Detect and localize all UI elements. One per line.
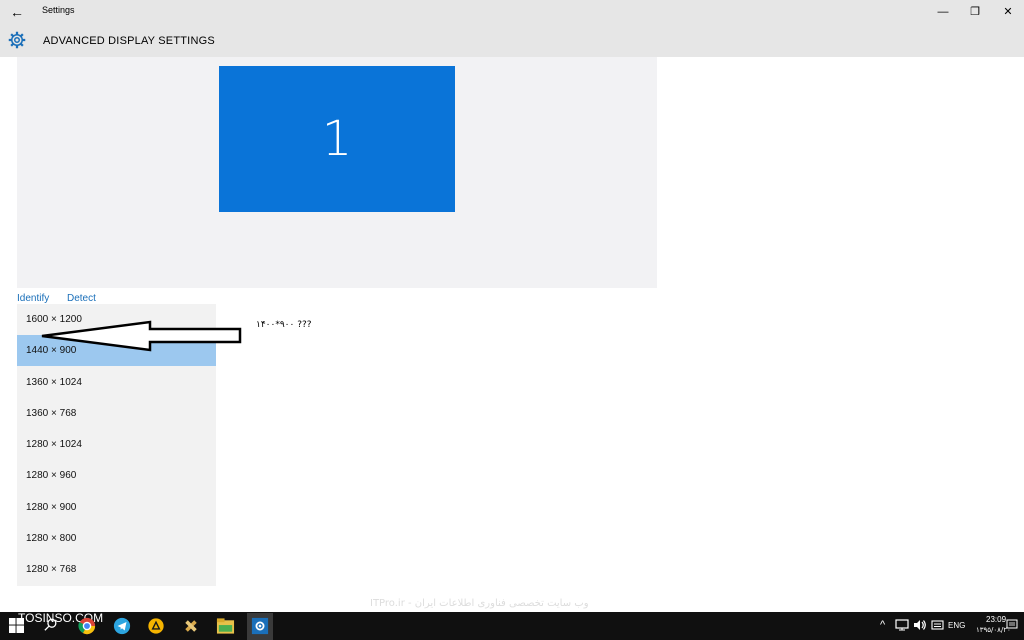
minimize-icon: — <box>937 6 949 18</box>
network-icon[interactable] <box>895 619 909 631</box>
identify-link[interactable]: Identify <box>17 293 49 304</box>
file-explorer-icon[interactable] <box>216 617 235 635</box>
annotation-arrow-icon <box>41 320 242 352</box>
tray-chevron-icon[interactable]: ^ <box>880 619 885 631</box>
tools-icon[interactable] <box>182 617 200 635</box>
watermark-text: ITPro.ir - وب سایت تخصصی فناوری اطلاعات … <box>370 598 589 609</box>
monitor-arrangement-area: 1 <box>17 57 657 288</box>
page-header: ADVANCED DISPLAY SETTINGS <box>0 24 1024 57</box>
resolution-option[interactable]: 1280 × 900 <box>17 492 216 523</box>
annotation-text: ۱۴۰۰*۹۰۰ ??? <box>256 320 312 330</box>
close-button[interactable]: ✕ <box>996 2 1020 22</box>
resolution-option[interactable]: 1280 × 768 <box>17 554 216 585</box>
gear-icon <box>8 31 26 49</box>
settings-icon[interactable] <box>251 617 269 635</box>
minimize-button[interactable]: — <box>931 2 955 22</box>
restore-button[interactable]: ❐ <box>963 2 987 22</box>
back-arrow-icon: ← <box>10 4 24 20</box>
resolution-option[interactable]: 1360 × 1024 <box>17 367 216 398</box>
restore-icon: ❐ <box>970 6 980 18</box>
title-bar: ← Settings — ❐ ✕ <box>0 0 1024 24</box>
resolution-option[interactable]: 1280 × 800 <box>17 523 216 554</box>
resolution-option[interactable]: 1280 × 960 <box>17 460 216 491</box>
clock-time[interactable]: 23:09 <box>986 615 1006 624</box>
page-title: ADVANCED DISPLAY SETTINGS <box>43 35 215 47</box>
chrome-icon[interactable] <box>78 617 96 635</box>
close-icon: ✕ <box>1003 6 1013 18</box>
resolution-option[interactable]: 1280 × 1024 <box>17 429 216 460</box>
notifications-icon[interactable] <box>1006 619 1018 631</box>
back-button[interactable]: ← <box>6 2 28 22</box>
telegram-icon[interactable] <box>113 617 131 635</box>
volume-icon[interactable] <box>913 619 927 631</box>
detect-link[interactable]: Detect <box>67 293 96 304</box>
app-icon[interactable] <box>147 617 165 635</box>
monitor-tile[interactable]: 1 <box>219 66 455 212</box>
resolution-option[interactable]: 1360 × 768 <box>17 398 216 429</box>
language-indicator[interactable]: ENG <box>948 621 965 630</box>
app-title: Settings <box>42 5 75 15</box>
keyboard-icon[interactable] <box>931 619 944 631</box>
monitor-number: 1 <box>321 111 353 167</box>
